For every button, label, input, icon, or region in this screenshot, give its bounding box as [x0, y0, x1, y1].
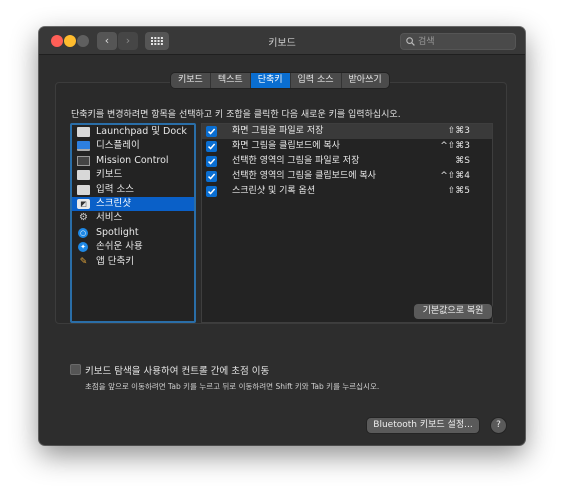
- input-sources-icon: [77, 184, 90, 195]
- category-keyboard[interactable]: 키보드: [72, 168, 194, 182]
- mission-control-icon: [77, 155, 90, 166]
- shortcut-keys[interactable]: ⇧⌘3: [448, 124, 470, 139]
- full-keyboard-access-description: 초점을 앞으로 이동하려면 Tab 키를 누르고 뒤로 이동하려면 Shift …: [85, 382, 380, 391]
- help-button[interactable]: ?: [491, 418, 506, 433]
- tab-input-sources[interactable]: 입력 소스: [291, 73, 342, 88]
- shortcut-row[interactable]: 스크린샷 및 기록 옵션 ⇧⌘5: [202, 184, 492, 199]
- shortcut-row[interactable]: 선택한 영역의 그림을 파일로 저장 ⌘S: [202, 154, 492, 169]
- shortcut-keys[interactable]: ^⇧⌘4: [440, 169, 470, 184]
- category-label: 손쉬운 사용: [96, 241, 143, 253]
- checkmark-icon: [207, 158, 216, 165]
- checkmark-icon: [207, 143, 216, 150]
- category-label: 키보드: [96, 169, 123, 181]
- shortcut-checkbox[interactable]: [206, 171, 217, 182]
- category-label: Spotlight: [96, 226, 139, 238]
- category-label: Launchpad 및 Dock: [96, 126, 187, 137]
- shortcut-label: 스크린샷 및 기록 옵션: [232, 186, 316, 196]
- restore-defaults-button[interactable]: 기본값으로 복원: [414, 304, 492, 319]
- category-app-shortcuts[interactable]: ✎ 앱 단축키: [72, 255, 194, 269]
- shortcut-row[interactable]: 화면 그림을 클립보드에 복사 ^⇧⌘3: [202, 139, 492, 154]
- search-field[interactable]: [400, 33, 516, 50]
- category-spotlight[interactable]: ○ Spotlight: [72, 226, 194, 240]
- shortcut-keys[interactable]: ^⇧⌘3: [440, 139, 470, 154]
- full-keyboard-access-label: 키보드 탐색을 사용하여 컨트롤 간에 초점 이동: [85, 366, 270, 377]
- category-label: 앱 단축키: [96, 255, 134, 267]
- shortcut-row[interactable]: 화면 그림을 파일로 저장 ⇧⌘3: [202, 124, 492, 139]
- shortcut-list: 화면 그림을 파일로 저장 ⇧⌘3 화면 그림을 클립보드에 복사 ^⇧⌘3 선…: [201, 123, 493, 323]
- keyboard-preferences-window: ‹ › 키보드 키보드 텍스트 단축키 입력 소스 받아쓰기: [39, 27, 525, 445]
- shortcut-checkbox[interactable]: [206, 126, 217, 137]
- tab-keyboard[interactable]: 키보드: [171, 73, 211, 88]
- keyboard-icon: [77, 170, 90, 181]
- category-mission-control[interactable]: Mission Control: [72, 154, 194, 168]
- tab-text[interactable]: 텍스트: [211, 73, 251, 88]
- category-input-sources[interactable]: 입력 소스: [72, 183, 194, 197]
- app-shortcuts-icon: ✎: [79, 256, 88, 267]
- shortcut-checkbox[interactable]: [206, 156, 217, 167]
- spotlight-icon: ○: [78, 227, 88, 238]
- category-launchpad-dock[interactable]: Launchpad 및 Dock: [72, 125, 194, 139]
- shortcut-row[interactable]: 선택한 영역의 그림을 클립보드에 복사 ^⇧⌘4: [202, 169, 492, 184]
- help-icon: ?: [496, 420, 501, 430]
- shortcut-checkbox[interactable]: [206, 141, 217, 152]
- bluetooth-keyboard-setup-button[interactable]: Bluetooth 키보드 설정...: [367, 418, 479, 433]
- shortcut-category-list: Launchpad 및 Dock 디스플레이 Mission Control 키…: [70, 123, 196, 323]
- launchpad-dock-icon: [77, 127, 90, 137]
- tab-bar: 키보드 텍스트 단축키 입력 소스 받아쓰기: [171, 73, 389, 88]
- category-label: 스크린샷: [96, 197, 131, 209]
- search-icon: [406, 37, 415, 46]
- services-gear-icon: ⚙: [79, 212, 88, 224]
- category-screenshot[interactable]: ◩ 스크린샷: [72, 196, 194, 212]
- category-label: Mission Control: [96, 154, 169, 166]
- checkmark-icon: [207, 128, 216, 135]
- checkmark-icon: [207, 173, 216, 180]
- shortcut-label: 화면 그림을 클립보드에 복사: [232, 141, 340, 151]
- search-input[interactable]: [418, 34, 513, 49]
- checkmark-icon: [207, 188, 216, 195]
- tab-shortcuts[interactable]: 단축키: [250, 73, 291, 88]
- title-bar: ‹ › 키보드: [39, 27, 525, 55]
- tab-dictation[interactable]: 받아쓰기: [342, 73, 389, 88]
- shortcut-label: 선택한 영역의 그림을 파일로 저장: [232, 156, 360, 166]
- category-label: 서비스: [96, 212, 123, 224]
- shortcut-label: 화면 그림을 파일로 저장: [232, 126, 324, 136]
- instruction-text: 단축키를 변경하려면 항목을 선택하고 키 조합을 클릭한 다음 새로운 키를 …: [71, 110, 401, 120]
- screenshot-icon: ◩: [77, 198, 90, 209]
- category-display[interactable]: 디스플레이: [72, 139, 194, 153]
- shortcut-keys[interactable]: ⌘S: [455, 154, 470, 169]
- accessibility-icon: ✦: [78, 242, 88, 253]
- category-label: 디스플레이: [96, 140, 140, 152]
- shortcut-keys[interactable]: ⇧⌘5: [448, 184, 470, 199]
- category-services[interactable]: ⚙ 서비스: [72, 211, 194, 225]
- category-label: 입력 소스: [96, 183, 134, 195]
- category-accessibility[interactable]: ✦ 손쉬운 사용: [72, 240, 194, 254]
- shortcut-checkbox[interactable]: [206, 186, 217, 197]
- full-keyboard-access-checkbox[interactable]: [70, 364, 81, 375]
- shortcut-label: 선택한 영역의 그림을 클립보드에 복사: [232, 171, 376, 181]
- display-icon: [77, 141, 90, 152]
